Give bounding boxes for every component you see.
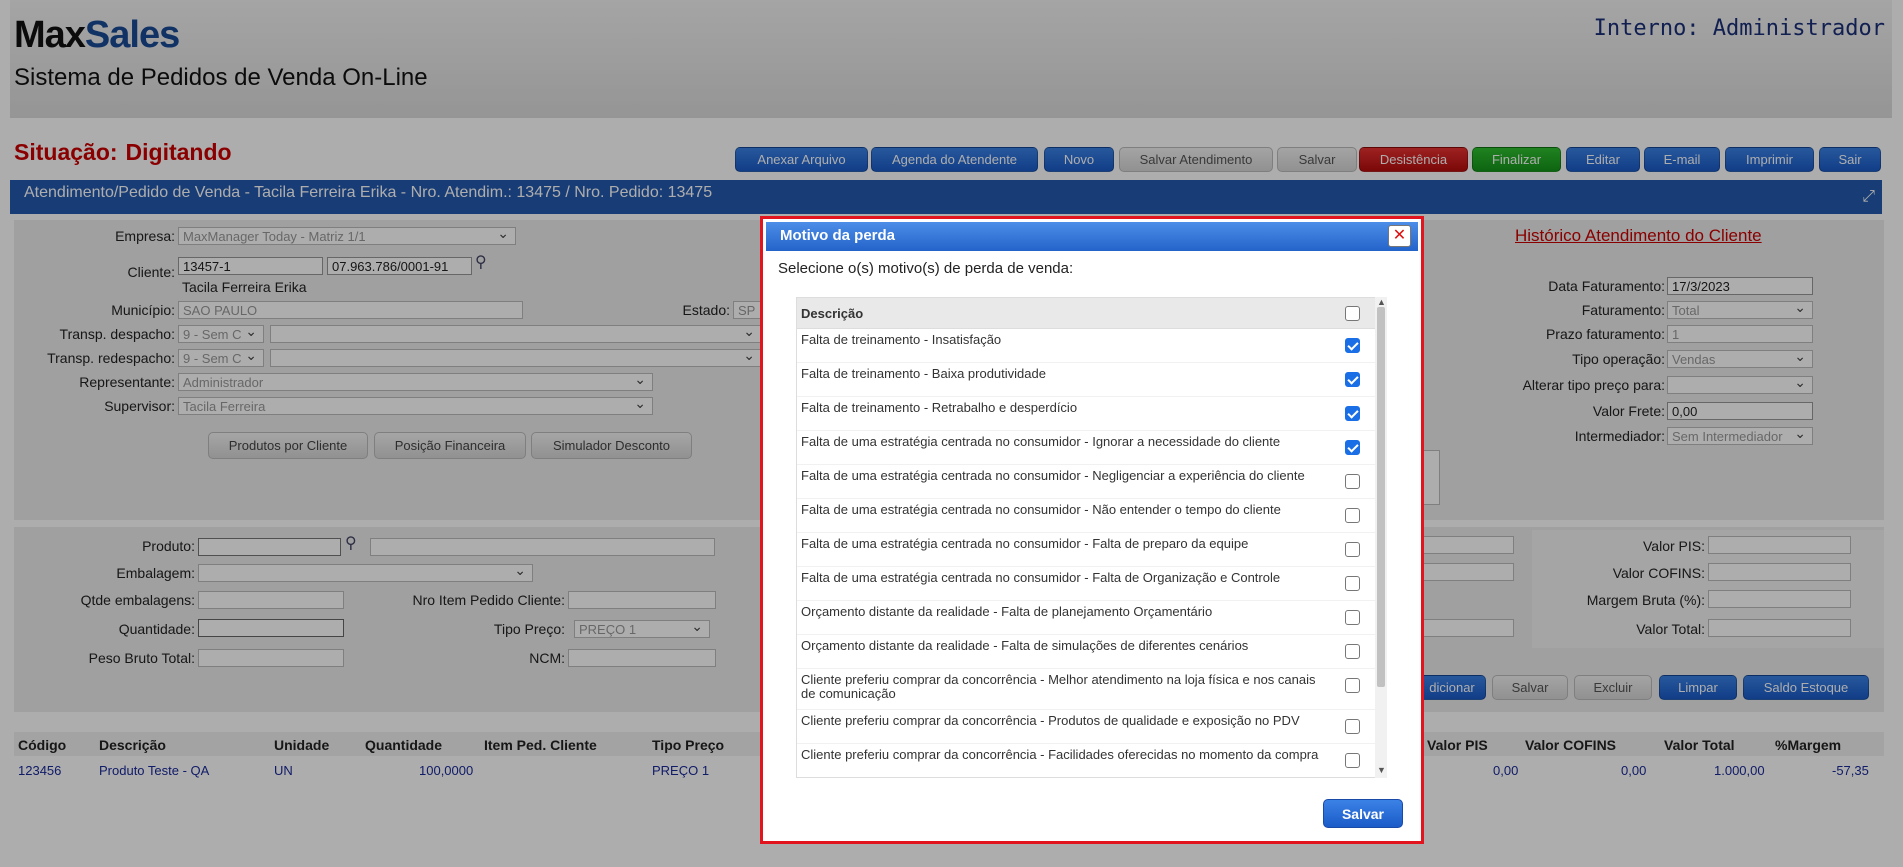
reason-row[interactable]: Cliente preferiu comprar da concorrência…	[797, 669, 1381, 710]
reason-label: Falta de uma estratégia centrada no cons…	[801, 468, 1305, 483]
reason-label: Falta de uma estratégia centrada no cons…	[801, 434, 1281, 449]
reason-label: Cliente preferiu comprar da concorrência…	[801, 713, 1300, 728]
reason-row[interactable]: Falta de uma estratégia centrada no cons…	[797, 431, 1381, 465]
close-icon[interactable]: ✕	[1388, 225, 1411, 247]
reason-label: Cliente preferiu comprar da concorrência…	[801, 747, 1319, 762]
dialog-title: Motivo da perda	[766, 222, 1418, 251]
reason-checkbox[interactable]	[1345, 644, 1360, 659]
reason-column-header: Descrição	[801, 306, 864, 321]
reason-row[interactable]: Falta de treinamento - Retrabalho e desp…	[797, 397, 1381, 431]
scrollbar[interactable]: ▲ ▼	[1375, 297, 1387, 778]
reason-row[interactable]: Falta de uma estratégia centrada no cons…	[797, 533, 1381, 567]
reason-row[interactable]: Cliente preferiu comprar da concorrência…	[797, 744, 1381, 777]
reason-row[interactable]: Falta de uma estratégia centrada no cons…	[797, 465, 1381, 499]
reason-row[interactable]: Falta de uma estratégia centrada no cons…	[797, 567, 1381, 601]
reason-checkbox[interactable]	[1345, 678, 1360, 693]
reason-grid-header: Descrição	[797, 298, 1381, 329]
reason-row[interactable]: Cliente preferiu comprar da concorrência…	[797, 710, 1381, 744]
reason-row[interactable]: Orçamento distante da realidade - Falta …	[797, 601, 1381, 635]
reason-checkbox[interactable]	[1345, 753, 1360, 768]
reason-row[interactable]: Falta de treinamento - Baixa produtivida…	[797, 363, 1381, 397]
reason-label: Cliente preferiu comprar da concorrência…	[801, 672, 1316, 701]
reason-checkbox[interactable]	[1345, 508, 1360, 523]
loss-reason-dialog: Motivo da perda ✕ Selecione o(s) motivo(…	[760, 216, 1424, 844]
reason-checkbox[interactable]	[1345, 406, 1360, 421]
reason-label: Orçamento distante da realidade - Falta …	[801, 604, 1213, 619]
reason-label: Falta de uma estratégia centrada no cons…	[801, 502, 1281, 517]
reason-grid: Descrição Falta de treinamento - Insatis…	[796, 297, 1382, 778]
reason-label: Falta de treinamento - Insatisfação	[801, 332, 1002, 347]
reason-checkbox[interactable]	[1345, 576, 1360, 591]
reason-checkbox[interactable]	[1345, 440, 1360, 455]
reason-checkbox[interactable]	[1345, 542, 1360, 557]
reason-checkbox[interactable]	[1345, 338, 1360, 353]
scroll-down-icon[interactable]: ▼	[1377, 765, 1386, 775]
reason-label: Falta de treinamento - Baixa produtivida…	[801, 366, 1046, 381]
scroll-up-icon[interactable]: ▲	[1377, 297, 1386, 307]
reason-row[interactable]: Falta de uma estratégia centrada no cons…	[797, 499, 1381, 533]
reason-label: Falta de treinamento - Retrabalho e desp…	[801, 400, 1078, 415]
select-all-checkbox[interactable]	[1345, 306, 1360, 321]
reason-checkbox[interactable]	[1345, 372, 1360, 387]
reason-checkbox[interactable]	[1345, 719, 1360, 734]
scrollbar-thumb[interactable]	[1377, 307, 1385, 687]
reason-checkbox[interactable]	[1345, 474, 1360, 489]
dialog-prompt: Selecione o(s) motivo(s) de perda de ven…	[778, 260, 1074, 277]
dialog-save-button[interactable]: Salvar	[1323, 799, 1403, 828]
reason-row[interactable]: Orçamento distante da realidade - Falta …	[797, 635, 1381, 669]
reason-label: Falta de uma estratégia centrada no cons…	[801, 536, 1249, 551]
reason-label: Falta de uma estratégia centrada no cons…	[801, 570, 1281, 585]
reason-checkbox[interactable]	[1345, 610, 1360, 625]
reason-label: Orçamento distante da realidade - Falta …	[801, 638, 1249, 653]
reason-row[interactable]: Falta de treinamento - Insatisfação	[797, 329, 1381, 363]
